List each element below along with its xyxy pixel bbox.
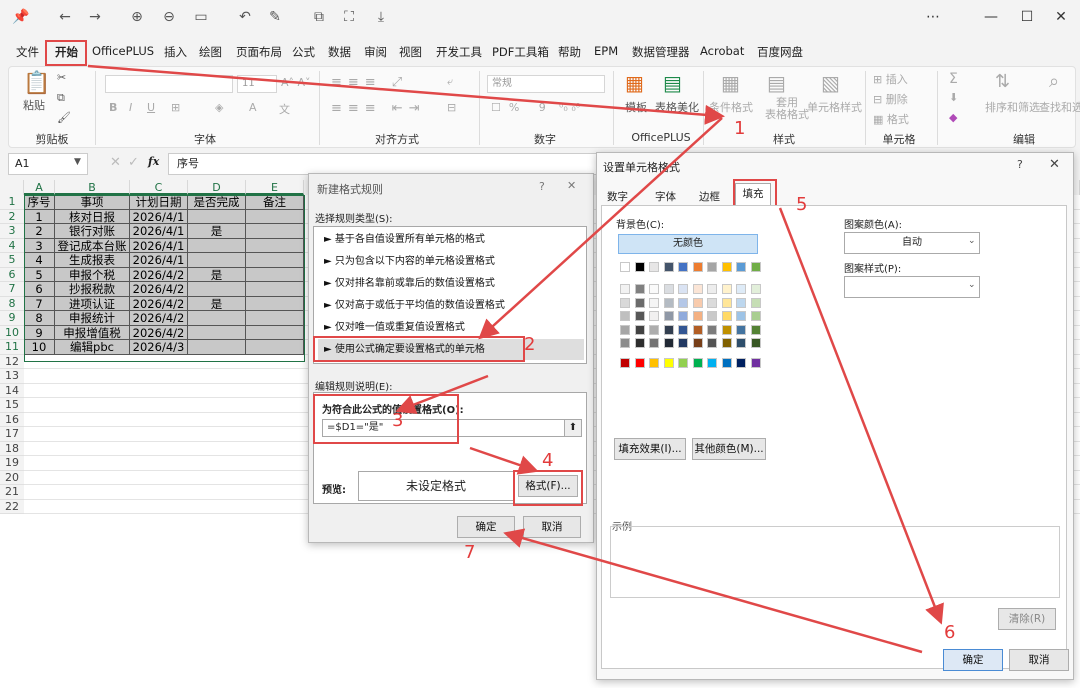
arrow-7 xyxy=(503,528,923,654)
annotation-6: 6 xyxy=(944,622,956,643)
annotation-2: 2 xyxy=(524,334,536,355)
excel-window: 📌 ← → ⊕ ⊖ ▭ ↶ ✎ ⧉ ⛶ ⤓ ⋯ — ☐ ✕ 文件 开始 Offi… xyxy=(0,0,1080,688)
arrow-6 xyxy=(778,207,944,625)
annotation-1: 1 xyxy=(734,118,746,139)
arrow-4 xyxy=(469,446,539,475)
arrow-1 xyxy=(87,64,725,125)
arrow-2 xyxy=(478,117,723,340)
annotation-3: 3 xyxy=(392,410,404,431)
annotation-5: 5 xyxy=(796,194,808,215)
annotation-4: 4 xyxy=(542,450,554,471)
arrow-3 xyxy=(395,374,489,414)
annotation-7: 7 xyxy=(464,542,476,563)
annotation-arrows xyxy=(87,64,944,654)
